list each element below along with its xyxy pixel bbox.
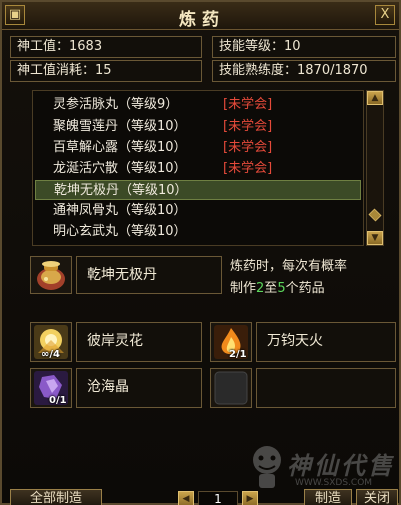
- recipe-row[interactable]: 聚魄雪莲丹（等级10） [未学会]: [35, 117, 361, 137]
- recipe-name: 龙涎活穴散（等级10）: [53, 161, 187, 176]
- title-bar: ▣ 炼药 X: [2, 2, 399, 30]
- description-line-2: 制作2至5个药品: [230, 278, 400, 300]
- recipe-row-selected[interactable]: 乾坤无极丹（等级10）: [35, 180, 361, 200]
- material-count: 0/1: [49, 395, 67, 406]
- watermark-text: 神仙代售: [287, 452, 395, 480]
- recipe-row[interactable]: 龙涎活穴散（等级10） [未学会]: [35, 159, 361, 179]
- scroll-thumb[interactable]: [368, 208, 382, 222]
- watermark-url: WWW.SXDS.COM: [295, 478, 373, 488]
- make-button[interactable]: 制造: [304, 489, 352, 505]
- shengong-cost: 神工值消耗：15: [10, 60, 202, 82]
- material-name: 沧海晶: [76, 368, 202, 408]
- page-number: 1: [198, 491, 238, 505]
- alchemy-window: ▣ 炼药 X 神工值：1683 技能等级：10 神工值消耗：15 技能熟练度：1…: [0, 0, 401, 505]
- recipe-status: [未学会]: [223, 97, 273, 112]
- skill-proficiency: 技能熟练度：1870/1870: [212, 60, 396, 82]
- material-name-empty: [256, 368, 396, 408]
- window-title: 炼药: [179, 10, 225, 30]
- description-line-1: 炼药时，每次有概率: [230, 259, 348, 274]
- make-all-button[interactable]: 全部制造: [10, 489, 102, 505]
- close-button[interactable]: 关闭: [356, 489, 398, 505]
- description-prefix: 制作: [230, 281, 257, 296]
- description-max-count: 5: [277, 281, 286, 296]
- product-name: 乾坤无极丹: [76, 256, 222, 294]
- material-slot[interactable]: ∞/4: [30, 322, 72, 362]
- material-count: ∞/4: [41, 349, 60, 360]
- product-slot[interactable]: [30, 256, 72, 294]
- recipe-name: 明心玄武丸（等级10）: [53, 224, 187, 239]
- potion-jar-icon: [37, 261, 65, 290]
- recipe-row[interactable]: 明心玄武丸（等级10）: [35, 222, 361, 242]
- next-page-icon[interactable]: ▶: [242, 491, 258, 505]
- scroll-down-icon[interactable]: ▼: [367, 231, 383, 245]
- material-count: 2/1: [229, 349, 247, 360]
- recipe-status: [未学会]: [223, 161, 273, 176]
- recipe-name: 灵参活脉丸（等级9）: [53, 97, 179, 112]
- recipe-name: 通神凤骨丸（等级10）: [53, 203, 187, 218]
- material-slot-empty[interactable]: [210, 368, 252, 408]
- recipe-scrollbar[interactable]: ▲ ▼: [366, 90, 384, 246]
- skill-level: 技能等级：10: [212, 36, 396, 58]
- recipe-status: [未学会]: [223, 119, 273, 134]
- recipe-row[interactable]: 百草解心露（等级10） [未学会]: [35, 138, 361, 158]
- menu-toggle-button[interactable]: ▣: [5, 5, 25, 25]
- description-suffix: 个药品: [285, 281, 325, 296]
- description-between: 至: [264, 281, 278, 296]
- scroll-up-icon[interactable]: ▲: [367, 91, 383, 105]
- material-slot[interactable]: 0/1: [30, 368, 72, 408]
- prev-page-icon[interactable]: ◀: [178, 491, 194, 505]
- close-x-button[interactable]: X: [375, 5, 395, 25]
- recipe-name: 乾坤无极丹（等级10）: [54, 183, 188, 198]
- recipe-status: [未学会]: [223, 140, 273, 155]
- recipe-row[interactable]: 灵参活脉丸（等级9） [未学会]: [35, 95, 361, 115]
- material-name: 万钧天火: [256, 322, 396, 362]
- mascot-logo-icon: [253, 446, 281, 488]
- recipe-name: 聚魄雪莲丹（等级10）: [53, 119, 187, 134]
- recipe-row[interactable]: 通神凤骨丸（等级10）: [35, 201, 361, 221]
- craft-description: 炼药时，每次有概率 制作2至5个药品: [230, 256, 400, 300]
- empty-slot-icon: [214, 371, 248, 405]
- shengong-value: 神工值：1683: [10, 36, 202, 58]
- recipe-name: 百草解心露（等级10）: [53, 140, 187, 155]
- recipe-list: 灵参活脉丸（等级9） [未学会] 聚魄雪莲丹（等级10） [未学会] 百草解心露（等…: [32, 90, 364, 246]
- material-name: 彼岸灵花: [76, 322, 202, 362]
- material-slot[interactable]: 2/1: [210, 322, 252, 362]
